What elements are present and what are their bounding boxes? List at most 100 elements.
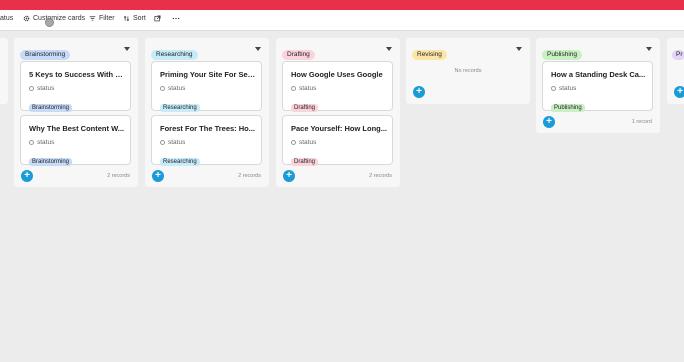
status-field-icon	[29, 140, 34, 145]
record-count: 2 records	[107, 173, 130, 179]
card-field-label: status	[299, 85, 317, 92]
record-card[interactable]: How Google Uses Google status Drafting	[282, 61, 393, 112]
column-status-pill: Drafting	[282, 50, 315, 60]
card-field-label: status	[168, 139, 186, 146]
card-field-label: status	[168, 85, 186, 92]
card-field: status	[29, 139, 54, 146]
card-field: status	[160, 85, 185, 92]
kanban-column-partial-right: Pr +	[667, 38, 684, 104]
status-field-icon	[291, 140, 296, 145]
chevron-down-icon[interactable]	[124, 47, 130, 51]
sort-icon	[123, 15, 130, 22]
filter-button[interactable]: Filter	[89, 15, 115, 22]
column-header[interactable]: Revising	[412, 43, 447, 60]
kanban-column-publishing: Publishing How a Standing Desk Ca... sta…	[536, 38, 660, 133]
card-title: Forest For The Trees: Ho...	[160, 124, 256, 133]
card-status-tag: Researching	[160, 104, 200, 112]
plus-icon: +	[546, 116, 552, 127]
gear-icon	[23, 15, 30, 22]
column-status-pill: Publishing	[542, 50, 582, 60]
card-field-label: status	[37, 85, 55, 92]
add-record-button[interactable]: +	[21, 170, 33, 182]
record-card[interactable]: Forest For The Trees: Ho... status Resea…	[151, 115, 262, 166]
chevron-down-icon[interactable]	[386, 47, 392, 51]
record-card[interactable]: Pace Yourself: How Long... status Drafti…	[282, 115, 393, 166]
filter-label: Filter	[99, 15, 115, 22]
chevron-down-icon[interactable]	[255, 47, 261, 51]
status-field-icon	[160, 86, 165, 91]
plus-icon: +	[155, 170, 161, 181]
card-status-tag: Brainstorming	[29, 104, 73, 112]
add-record-button[interactable]: +	[152, 170, 164, 182]
empty-column-text: No records	[454, 68, 482, 74]
sort-label: Sort	[133, 15, 146, 22]
plus-icon: +	[677, 86, 683, 97]
filter-icon	[89, 16, 96, 21]
status-field-icon	[29, 86, 34, 91]
card-status-tag: Publishing	[551, 104, 585, 112]
status-field-icon	[160, 140, 165, 145]
record-count: 2 records	[369, 173, 392, 179]
status-field-icon	[291, 86, 296, 91]
customize-cards-button[interactable]: Customize cards	[23, 15, 85, 22]
chevron-down-icon[interactable]	[646, 47, 652, 51]
column-header[interactable]: Drafting	[282, 43, 315, 60]
kanban-column-partial-left	[0, 38, 8, 104]
kanban-column-brainstorming: Brainstorming 5 Keys to Success With S..…	[14, 38, 138, 187]
status-grouping-button[interactable]: atus	[0, 15, 13, 22]
record-card[interactable]: How a Standing Desk Ca... status Publish…	[542, 61, 653, 112]
column-status-pill: Brainstorming	[20, 50, 71, 60]
card-status-tag: Researching	[160, 158, 200, 166]
card-field: status	[551, 85, 576, 92]
app-header-bar	[0, 0, 684, 10]
plus-icon: +	[24, 170, 30, 181]
record-card[interactable]: Why The Best Content W... status Brainst…	[20, 115, 131, 166]
more-options-button[interactable]	[172, 15, 180, 22]
record-card[interactable]: Priming Your Site For Sea... status Rese…	[151, 61, 262, 112]
card-status-tag: Drafting	[291, 158, 319, 166]
external-link-icon	[154, 15, 161, 22]
chevron-down-icon[interactable]	[516, 47, 522, 51]
column-status-pill: Revising	[412, 50, 447, 60]
card-field: status	[29, 85, 54, 92]
add-record-button[interactable]: +	[413, 86, 425, 98]
record-count: 1 record	[631, 119, 652, 125]
record-count: 2 records	[238, 173, 261, 179]
card-title: How a Standing Desk Ca...	[551, 70, 646, 79]
column-header[interactable]: Pr	[672, 43, 684, 60]
column-status-pill: Pr	[672, 50, 684, 60]
customize-cards-label: Customize cards	[33, 15, 86, 22]
column-header[interactable]: Brainstorming	[20, 43, 71, 60]
sort-button[interactable]: Sort	[123, 15, 146, 22]
share-view-button[interactable]	[154, 15, 161, 22]
card-status-tag: Drafting	[291, 104, 319, 112]
record-card[interactable]: 5 Keys to Success With S... status Brain…	[20, 61, 131, 112]
plus-icon: +	[416, 86, 422, 97]
card-field-label: status	[299, 139, 317, 146]
column-header[interactable]: Researching	[151, 43, 198, 60]
plus-icon: +	[286, 170, 292, 181]
kanban-column-revising: Revising No records +	[406, 38, 530, 104]
mouse-cursor	[45, 18, 54, 27]
add-record-button[interactable]: +	[543, 116, 555, 128]
card-title: 5 Keys to Success With S...	[29, 70, 126, 79]
more-icon	[172, 17, 180, 20]
card-field: status	[291, 139, 316, 146]
card-field-label: status	[37, 139, 55, 146]
view-toolbar: atus Customize cards Filter Sort	[0, 10, 684, 31]
card-field: status	[160, 139, 185, 146]
card-status-tag: Brainstorming	[29, 158, 73, 166]
add-record-button[interactable]: +	[283, 170, 295, 182]
card-title: How Google Uses Google	[291, 70, 383, 79]
kanban-column-drafting: Drafting How Google Uses Google status D…	[276, 38, 400, 187]
status-grouping-label: atus	[0, 15, 14, 22]
add-record-button[interactable]: +	[674, 86, 684, 98]
status-field-icon	[551, 86, 556, 91]
card-title: Why The Best Content W...	[29, 124, 124, 133]
card-title: Priming Your Site For Sea...	[160, 70, 257, 79]
column-header[interactable]: Publishing	[542, 43, 582, 60]
column-status-pill: Researching	[151, 50, 198, 60]
card-field-label: status	[559, 85, 577, 92]
card-title: Pace Yourself: How Long...	[291, 124, 387, 133]
kanban-column-researching: Researching Priming Your Site For Sea...…	[145, 38, 269, 187]
